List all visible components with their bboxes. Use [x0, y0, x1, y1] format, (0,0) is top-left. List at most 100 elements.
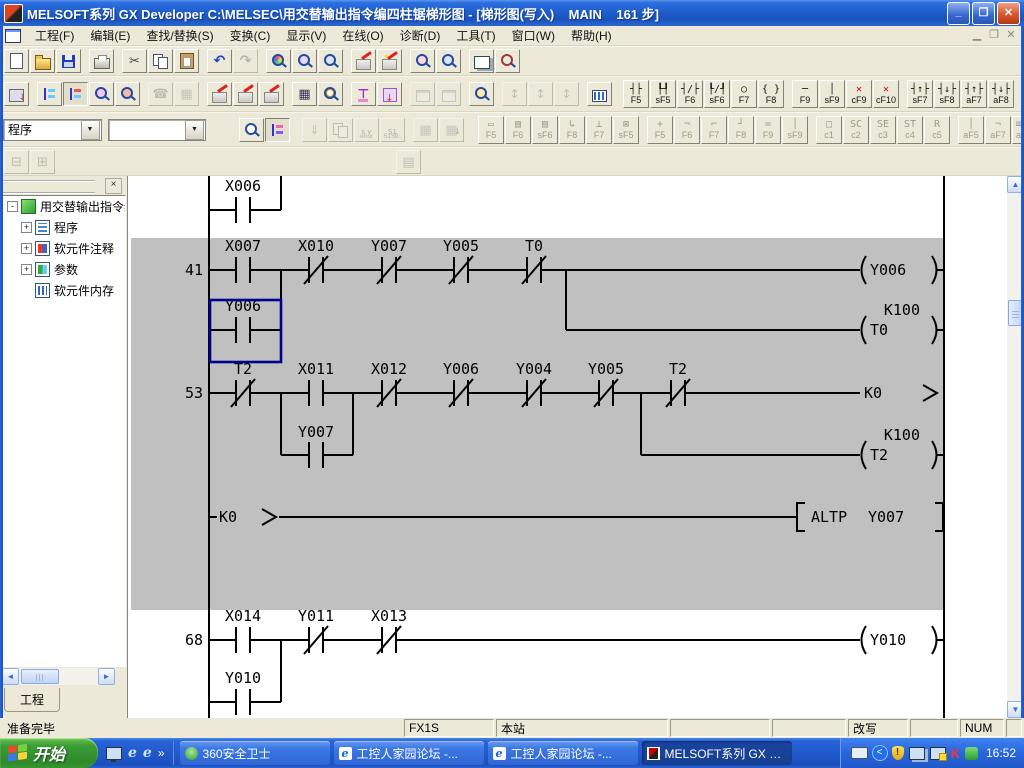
toolbar-button[interactable]: [63, 82, 88, 106]
ladder-tool-button[interactable]: ¬ F6: [674, 116, 700, 144]
close-button[interactable]: ✕: [997, 2, 1020, 25]
tray-icon[interactable]: [892, 746, 904, 760]
task-button[interactable]: 工控人家园论坛 -...: [334, 741, 484, 765]
toolbar-button[interactable]: [318, 82, 343, 106]
toolbar-button[interactable]: [4, 82, 29, 106]
quick-launch-icon[interactable]: [106, 747, 122, 760]
toolbar-button[interactable]: [318, 49, 343, 73]
tree-item[interactable]: + 软元件注释: [3, 238, 125, 259]
toolbar-button[interactable]: [292, 49, 317, 73]
ladder-tool-button[interactable]: ┤↑├ sF7: [907, 80, 933, 108]
tree-item[interactable]: 软元件内存: [3, 280, 125, 301]
chevron-down-icon[interactable]: ▼: [185, 120, 204, 140]
minimize-button[interactable]: _: [947, 2, 970, 25]
panel-close-icon[interactable]: ×: [105, 178, 122, 194]
tree-root-item[interactable]: - 用交替输出指令编四柱锯梯形图: [3, 196, 125, 217]
ladder-tool-button[interactable]: │ sF9: [782, 116, 808, 144]
taskbar-clock[interactable]: 16:52: [986, 746, 1016, 760]
toolbar-button[interactable]: [207, 49, 232, 73]
toolbar-button[interactable]: [413, 118, 438, 142]
toolbar-button[interactable]: [266, 49, 291, 73]
ladder-tool-button[interactable]: ┞/┦ sF6: [704, 80, 730, 108]
toolbar-button[interactable]: [554, 82, 579, 106]
menu-item[interactable]: 变换(C): [222, 25, 279, 46]
ladder-tool-button[interactable]: ⊥ F7: [586, 116, 612, 144]
toolbar-button[interactable]: error: [354, 118, 379, 142]
toolbar-button[interactable]: [4, 150, 29, 174]
task-button[interactable]: MELSOFT系列 GX D...: [642, 741, 792, 765]
ladder-tool-button[interactable]: │ sF9: [819, 80, 845, 108]
expand-icon[interactable]: +: [21, 264, 32, 275]
scrollbar-thumb[interactable]: [21, 669, 59, 684]
chevron-down-icon[interactable]: ▼: [81, 120, 100, 140]
tray-icon[interactable]: [930, 747, 946, 760]
toolbar-button[interactable]: [148, 49, 173, 73]
toolbar-button[interactable]: [587, 82, 612, 106]
tray-icon[interactable]: [873, 746, 887, 760]
toolbar-button[interactable]: [439, 118, 464, 142]
toolbar-button[interactable]: [122, 49, 147, 73]
toolbar-button[interactable]: [377, 82, 402, 106]
toolbar-button[interactable]: [30, 49, 55, 73]
scroll-right-icon[interactable]: ►: [98, 668, 115, 685]
toolbar-button[interactable]: [469, 49, 494, 73]
toolbar-button[interactable]: [89, 82, 114, 106]
toolbar-button[interactable]: [233, 49, 258, 73]
toolbar-button[interactable]: [328, 118, 353, 142]
toolbar-button[interactable]: [302, 118, 327, 142]
tree-item[interactable]: + 程序: [3, 217, 125, 238]
tray-icon[interactable]: [951, 746, 960, 761]
toolbar-button[interactable]: [495, 49, 520, 73]
toolbar-button[interactable]: [207, 82, 232, 106]
ladder-tool-button[interactable]: ─ F9: [792, 80, 818, 108]
toolbar-button[interactable]: [436, 82, 461, 106]
project-tab[interactable]: 工程: [4, 688, 60, 712]
ladder-editor[interactable]: X006 41 X007: [127, 176, 1024, 718]
toolbar-button[interactable]: [292, 82, 317, 106]
ladder-tool-button[interactable]: ¬ aF7: [985, 116, 1011, 144]
ladder-tool-button[interactable]: ┤/├ F6: [677, 80, 703, 108]
toolbar-button[interactable]: [265, 118, 290, 142]
ladder-tool-button[interactable]: R c5: [924, 116, 950, 144]
tree-horizontal-scrollbar[interactable]: ◄ ►: [2, 668, 115, 685]
toolbar-button[interactable]: S1S9↓: [380, 118, 405, 142]
ladder-tool-button[interactable]: = F9: [755, 116, 781, 144]
toolbar-button[interactable]: [377, 49, 402, 73]
toolbar-button[interactable]: [410, 82, 435, 106]
toolbar-button[interactable]: [259, 82, 284, 106]
child-window-icon[interactable]: [5, 29, 21, 43]
ladder-tool-button[interactable]: SC c2: [843, 116, 869, 144]
start-button[interactable]: 开始: [0, 738, 98, 768]
toolbar-button[interactable]: [239, 118, 264, 142]
quick-launch-icon[interactable]: [158, 744, 165, 762]
ladder-tool-button[interactable]: │ aF5: [958, 116, 984, 144]
secondary-combo[interactable]: ▼: [108, 119, 207, 141]
toolbar-button[interactable]: [4, 49, 29, 73]
toolbar-button[interactable]: [502, 82, 527, 106]
ladder-tool-button[interactable]: ⊠ sF5: [613, 116, 639, 144]
toolbar-button[interactable]: [174, 82, 199, 106]
ladder-tool-button[interactable]: ▭ F5: [478, 116, 504, 144]
ladder-canvas[interactable]: X006 41 X007: [131, 176, 1006, 718]
quick-launch-icon[interactable]: [128, 744, 137, 762]
toolbar-button[interactable]: [30, 150, 55, 174]
expand-icon[interactable]: +: [21, 243, 32, 254]
ladder-tool-button[interactable]: SE c3: [870, 116, 896, 144]
tray-icon[interactable]: [909, 747, 925, 760]
task-button[interactable]: 360安全卫士: [180, 741, 330, 765]
toolbar-button[interactable]: [436, 49, 461, 73]
ladder-tool-button[interactable]: ┤├ F5: [623, 80, 649, 108]
toolbar-button[interactable]: [115, 82, 140, 106]
toolbar-button[interactable]: [89, 49, 114, 73]
ladder-tool-button[interactable]: ST c4: [897, 116, 923, 144]
toolbar-button[interactable]: [148, 82, 173, 106]
ladder-tool-button[interactable]: ✕ cF9: [846, 80, 872, 108]
ladder-tool-button[interactable]: ┞┦ sF5: [650, 80, 676, 108]
ladder-tool-button[interactable]: { } F8: [758, 80, 784, 108]
ladder-tool-button[interactable]: ▤ F6: [505, 116, 531, 144]
menu-item[interactable]: 帮助(H): [563, 25, 620, 46]
ladder-tool-button[interactable]: ○ F7: [731, 80, 757, 108]
scroll-left-icon[interactable]: ◄: [2, 668, 19, 685]
toolbar-button[interactable]: [469, 82, 494, 106]
menu-item[interactable]: 工具(T): [448, 25, 503, 46]
